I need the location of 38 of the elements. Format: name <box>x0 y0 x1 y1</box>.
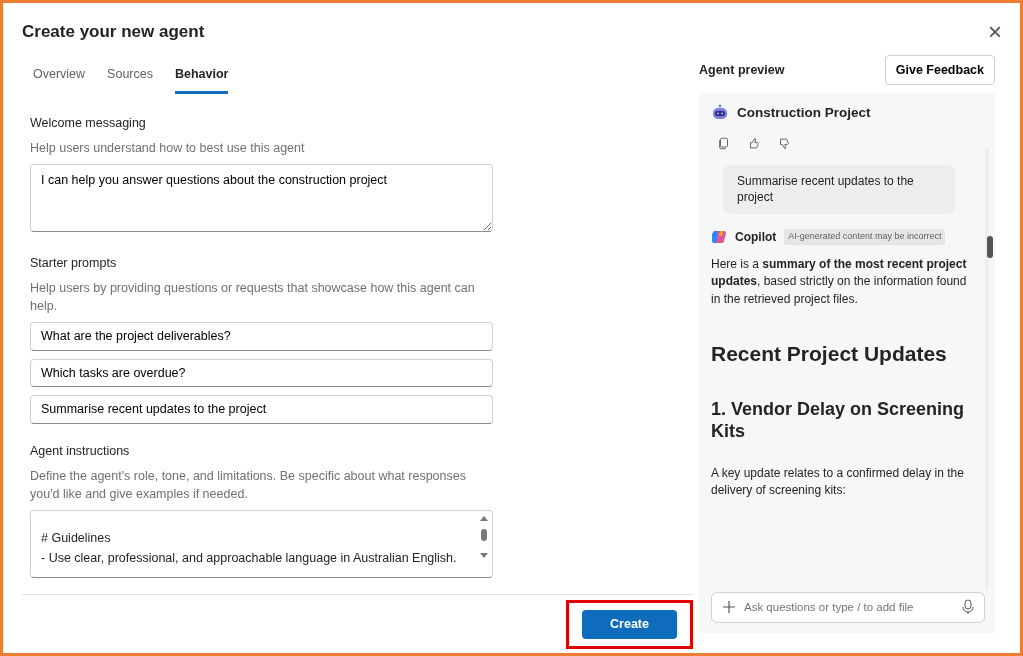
response-paragraph: A key update relates to a confirmed delay in the delivery of screening kits: <box>711 464 965 500</box>
close-button[interactable]: × <box>984 19 1006 44</box>
ai-disclaimer: AI-generated content may be incorrect <box>784 229 946 245</box>
assistant-intro: Here is a summary of the most recent project updates, based strictly on the information found in the retrieved project files. <box>711 256 968 308</box>
field-label: Welcome messaging <box>30 115 147 133</box>
copy-icon[interactable] <box>717 135 731 151</box>
assistant-name: Copilot <box>735 229 777 247</box>
instructions-field[interactable]: # Guidelines - Use clear, professional, and approachable language in Australian English. <box>30 510 493 579</box>
field-label: Agent instructions <box>30 443 131 461</box>
chat-input[interactable]: Ask questions or type / to add file <box>711 591 985 623</box>
thumbs-up-icon[interactable] <box>747 135 761 151</box>
help-text: Help users by providing questions or requests that showcase how this agent can help. <box>30 279 476 315</box>
feedback-button[interactable]: Give Feedback <box>884 54 995 86</box>
starter-prompt-field[interactable]: What are the project deliverables? <box>30 321 493 351</box>
field-label: Starter prompts <box>30 254 118 272</box>
plus-icon[interactable] <box>722 600 736 615</box>
logo-icon <box>711 229 727 246</box>
instruction-line: # Guidelines <box>41 530 112 548</box>
response-subheading: 1. Vendor Delay on Screening Kits <box>711 397 966 443</box>
scrollbar-icon[interactable] <box>479 515 489 560</box>
starter-prompt-field[interactable]: Summarise recent updates to the project <box>30 395 493 425</box>
instruction-line: - Use clear, professional, and approachable language in Australian English. <box>41 549 458 567</box>
starter-prompt-field[interactable]: Which tasks are overdue? <box>30 358 493 388</box>
tab[interactable]: Sources <box>107 60 153 95</box>
chat-input-field[interactable]: Ask questions or type / to add file <box>744 598 954 616</box>
create-button[interactable]: Create <box>582 610 677 639</box>
preview-title: Agent preview <box>699 61 785 79</box>
help-text: Define the agent's role, tone, and limitations. Be specific about what responses you'd like and give examples if needed. <box>30 467 467 503</box>
agent-name: Construction Project <box>737 104 871 123</box>
tab[interactable]: Overview <box>33 60 86 95</box>
user-message: Summarise recent updates to the project <box>723 164 955 215</box>
welcome-message-field[interactable]: I can help you answer questions about the construction project <box>30 164 493 233</box>
dialog-title: Create your new agent <box>22 21 205 43</box>
microphone-icon[interactable] <box>962 599 974 616</box>
thumbs-down-icon[interactable] <box>777 135 791 151</box>
tab[interactable]: Behavior <box>174 60 229 95</box>
response-heading: Recent Project Updates <box>711 341 948 368</box>
help-text: Help users understand how to best use this agent <box>30 140 306 157</box>
